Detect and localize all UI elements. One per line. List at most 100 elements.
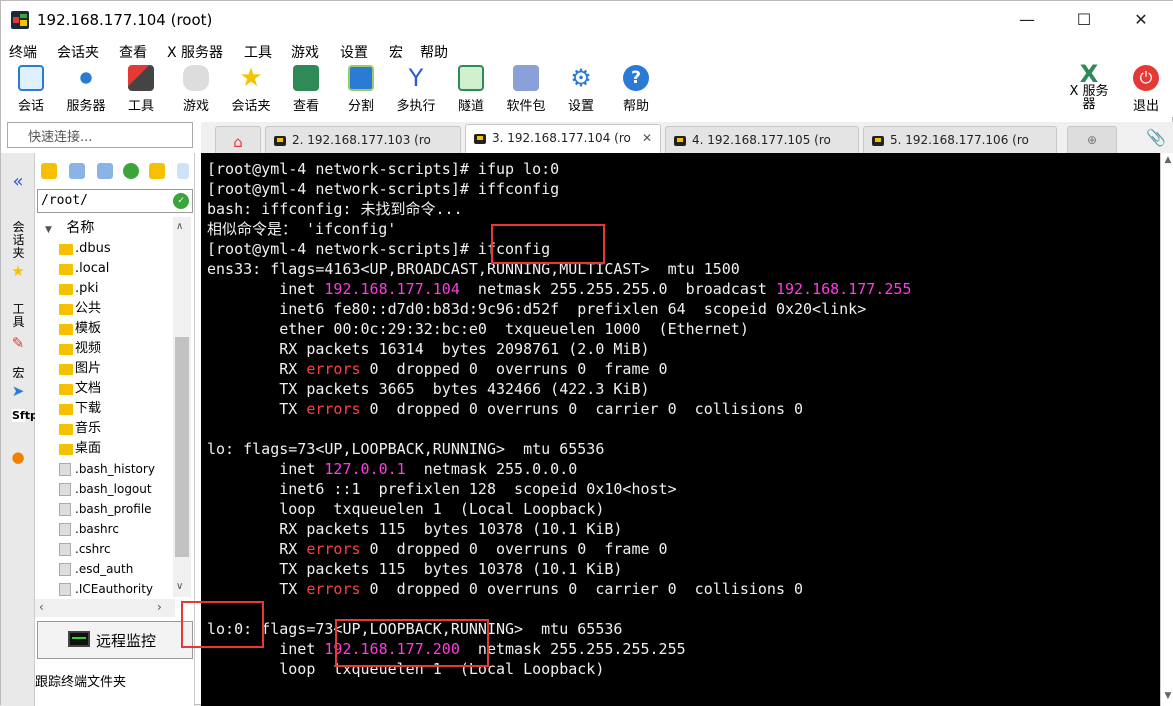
home-icon: ⌂ xyxy=(233,133,243,151)
folder-item[interactable]: 音乐 xyxy=(55,419,175,439)
chevron-left-icon[interactable]: ‹ xyxy=(39,600,44,614)
exit-button[interactable]: ⏻ 退出 xyxy=(1118,65,1173,115)
file-item[interactable]: .ICEauthority xyxy=(55,579,175,599)
follow-terminal-folder-checkbox[interactable]: 跟踪终端文件夹 xyxy=(35,671,195,690)
file-item[interactable]: .cshrc xyxy=(55,539,175,559)
tab-session-5[interactable]: 5. 192.168.177.106 (ro xyxy=(863,126,1057,154)
up-folder-icon[interactable] xyxy=(41,163,57,179)
new-tab-button[interactable]: ⊕ xyxy=(1067,126,1117,154)
folder-icon xyxy=(59,404,73,415)
menu-macros[interactable]: 宏 xyxy=(389,42,403,62)
terminal-line: TX packets 115 bytes 10378 (10.1 KiB) xyxy=(207,559,911,579)
tools-button[interactable]: 工具 xyxy=(113,65,169,115)
folder-item[interactable]: 模板 xyxy=(55,319,175,339)
terminal-line: TX errors 0 dropped 0 overruns 0 carrier… xyxy=(207,579,911,599)
file-item[interactable]: .bashrc xyxy=(55,519,175,539)
name-column-header[interactable]: ▼ 名称 xyxy=(35,217,175,237)
terminal-line: loop txqueuelen 1 (Local Loopback) xyxy=(207,659,911,679)
file-item[interactable]: .bash_profile xyxy=(55,499,175,519)
file-icon xyxy=(59,563,71,576)
sessions-bookmark-button[interactable]: ★ 会话夹 xyxy=(223,65,279,115)
terminal-scrollbar[interactable]: ▲ ▼ xyxy=(1160,153,1173,706)
scrollbar-thumb[interactable] xyxy=(175,337,189,557)
file-item[interactable]: .esd_auth xyxy=(55,559,175,579)
servers-button[interactable]: 服务器 xyxy=(58,65,114,115)
user-view-icon xyxy=(293,65,319,91)
home-tab[interactable]: ⌂ xyxy=(215,126,261,154)
chevron-right-icon[interactable]: › xyxy=(157,600,162,614)
chevron-down-icon[interactable]: ▼ xyxy=(1163,691,1173,701)
terminal-text: inet xyxy=(207,280,325,298)
side-tab-tools[interactable]: 工具 xyxy=(12,303,25,329)
folder-icon xyxy=(59,264,73,275)
tunnel-button[interactable]: 隧道 xyxy=(443,65,499,115)
settings-button[interactable]: ⚙ 设置 xyxy=(553,65,609,115)
maximize-button[interactable]: ☐ xyxy=(1064,7,1104,33)
menu-sessions[interactable]: 会话夹 xyxy=(57,42,99,62)
download-icon[interactable] xyxy=(69,163,85,179)
menu-games[interactable]: 游戏 xyxy=(291,42,319,62)
file-icon xyxy=(59,543,71,556)
side-tab-sessions[interactable]: 会话夹 xyxy=(12,221,25,260)
gamepad-icon xyxy=(183,65,209,91)
new-file-icon[interactable] xyxy=(177,163,189,179)
folder-item[interactable]: 下载 xyxy=(55,399,175,419)
remote-monitor-button[interactable]: 远程监控 xyxy=(37,621,193,659)
terminal-line: TX errors 0 dropped 0 overruns 0 carrier… xyxy=(207,399,911,419)
menu-terminal[interactable]: 终端 xyxy=(9,42,37,62)
highlight-box xyxy=(181,601,264,648)
minimize-button[interactable]: — xyxy=(1007,7,1047,33)
folder-item[interactable]: 图片 xyxy=(55,359,175,379)
games-button[interactable]: 游戏 xyxy=(168,65,224,115)
chevron-up-icon[interactable]: ∧ xyxy=(176,221,183,232)
file-icon xyxy=(59,523,71,536)
tab-session-2[interactable]: 2. 192.168.177.103 (ro xyxy=(265,126,461,154)
view-button[interactable]: 查看 xyxy=(278,65,334,115)
folder-icon xyxy=(59,284,73,295)
file-icon xyxy=(59,463,71,476)
close-button[interactable]: ✕ xyxy=(1121,7,1161,33)
menu-tools[interactable]: 工具 xyxy=(244,42,272,62)
folder-item[interactable]: 文档 xyxy=(55,379,175,399)
path-input[interactable]: /root/ ✓ xyxy=(37,189,193,213)
split-button[interactable]: 分割 xyxy=(333,65,389,115)
menu-xserver[interactable]: X 服务器 xyxy=(167,42,223,62)
attach-icon[interactable]: 📎 xyxy=(1146,128,1166,147)
file-panel-hscrollbar[interactable]: ‹ › xyxy=(35,599,175,617)
chevron-up-icon[interactable]: ▲ xyxy=(1163,155,1173,165)
refresh-icon[interactable] xyxy=(123,163,139,179)
file-item[interactable]: .bash_history xyxy=(55,459,175,479)
servers-icon xyxy=(73,65,99,91)
side-tab-macros[interactable]: 宏 xyxy=(12,367,25,380)
menu-help[interactable]: 帮助 xyxy=(420,42,448,62)
mobaxterm-logo-icon xyxy=(11,11,29,29)
tab-session-4[interactable]: 4. 192.168.177.105 (ro xyxy=(665,126,859,154)
folder-item[interactable]: .local xyxy=(55,259,175,279)
folder-item[interactable]: .dbus xyxy=(55,239,175,259)
left-side-tabs: « 会话夹 ★ 工具 ✎ 宏 ➤ Sftp ● xyxy=(1,153,38,706)
upload-icon[interactable] xyxy=(97,163,113,179)
multiexec-button[interactable]: Y 多执行 xyxy=(388,65,444,115)
help-button[interactable]: ? 帮助 xyxy=(608,65,664,115)
quick-connect-input[interactable]: 快速连接... xyxy=(7,122,193,148)
checkmark-icon[interactable]: ✓ xyxy=(173,193,189,209)
menu-settings[interactable]: 设置 xyxy=(340,42,368,62)
menu-view[interactable]: 查看 xyxy=(119,42,147,62)
packages-button[interactable]: 软件包 xyxy=(498,65,554,115)
chevron-down-icon[interactable]: ∨ xyxy=(176,581,183,592)
tab-session-3[interactable]: 3. 192.168.177.104 (ro ✕ xyxy=(465,124,661,154)
tools-icon xyxy=(128,65,154,91)
session-button[interactable]: 会话 xyxy=(3,65,59,115)
xserver-button[interactable]: X X 服务器 xyxy=(1061,62,1117,113)
new-folder-icon[interactable] xyxy=(149,163,165,179)
terminal-text: ether 00:0c:29:32:bc:e0 txqueuelen 1000 … xyxy=(207,320,749,338)
close-tab-icon[interactable]: ✕ xyxy=(642,131,652,145)
side-tab-sftp[interactable]: Sftp xyxy=(12,409,38,422)
folder-item[interactable]: 公共 xyxy=(55,299,175,319)
file-item[interactable]: .bash_logout xyxy=(55,479,175,499)
folder-item[interactable]: 视频 xyxy=(55,339,175,359)
file-panel-scrollbar[interactable]: ∧ ∨ xyxy=(173,217,191,597)
folder-item[interactable]: 桌面 xyxy=(55,439,175,459)
collapse-panel-icon[interactable]: « xyxy=(5,173,31,191)
folder-item[interactable]: .pki xyxy=(55,279,175,299)
